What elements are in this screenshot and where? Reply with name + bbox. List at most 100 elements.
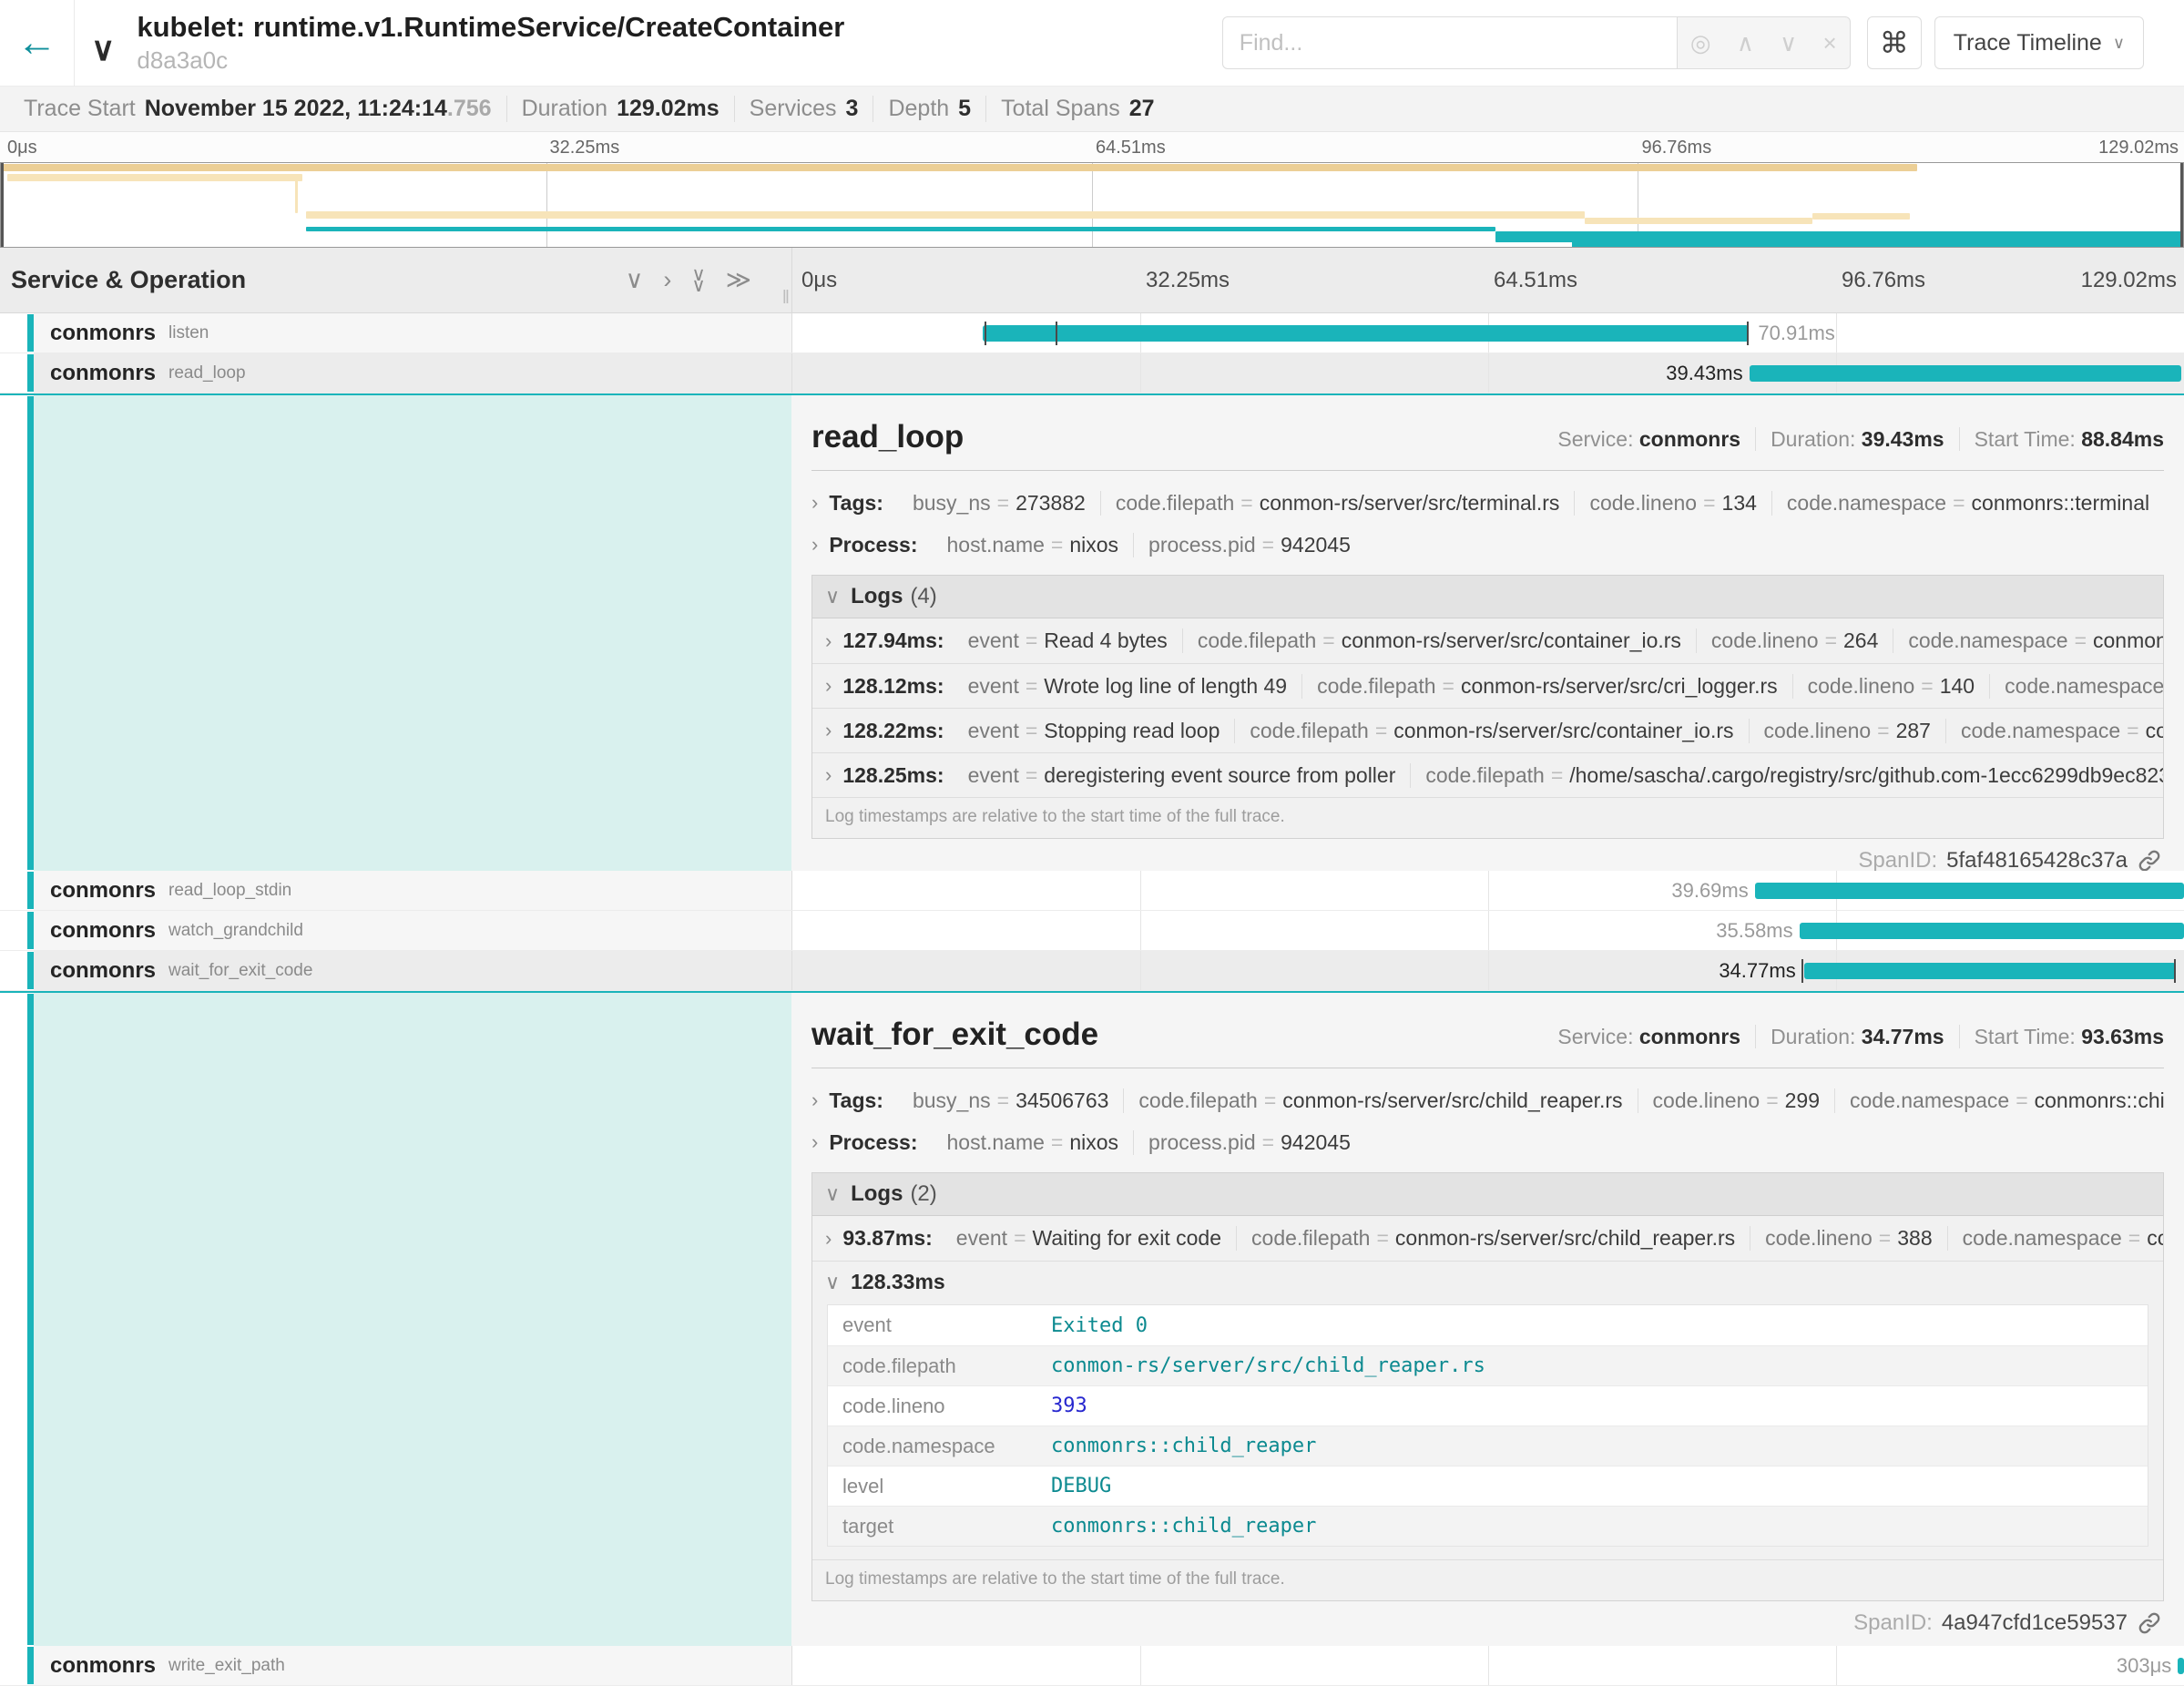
logs-box: ∨ Logs(2) › 93.87ms: event=Waiting for e… [811, 1172, 2164, 1601]
span-detail-title: read_loop [811, 419, 964, 455]
copy-link-icon[interactable] [2137, 1610, 2162, 1636]
span-row-watch-grandchild[interactable]: conmonrs watch_grandchild 35.58ms [0, 911, 2184, 951]
span-tick [985, 322, 986, 345]
span-bar[interactable] [1750, 365, 2181, 382]
scope-to-result-icon[interactable]: ◎ [1690, 29, 1711, 57]
span-service: conmonrs [50, 361, 156, 386]
log-entry[interactable]: › 127.94ms: event=Read 4 bytes code.file… [812, 618, 2163, 663]
span-detail-meta: Service: conmonrsDuration: 39.43msStart … [1557, 427, 2164, 455]
minimap-span-bar [1572, 237, 2183, 248]
find-tools: ◎ ∧ ∨ × [1678, 16, 1851, 69]
span-tick [1747, 322, 1749, 345]
process-row[interactable]: › Process: host.name=nixos process.pid=9… [811, 1121, 2164, 1163]
log-entry-expanded[interactable]: ∨ 128.33ms [812, 1261, 2163, 1303]
span-duration-label: 39.43ms [1666, 353, 1742, 393]
minimap-canvas[interactable] [0, 162, 2184, 248]
logs-box: ∨ Logs(4) › 127.94ms: event=Read 4 bytes… [811, 575, 2164, 839]
expand-right-icon: › [811, 491, 818, 515]
summary-services: Services3 [735, 96, 874, 122]
collapse-one-icon[interactable]: ∨ [626, 268, 644, 292]
span-row-wait-for-exit-code[interactable]: conmonrs wait_for_exit_code 34.77ms [0, 951, 2184, 991]
log-entry[interactable]: › 93.87ms: event=Waiting for exit code c… [812, 1216, 2163, 1261]
next-result-icon[interactable]: ∨ [1780, 29, 1797, 57]
span-bar[interactable] [983, 325, 1748, 342]
process-row[interactable]: › Process: host.name=nixos process.pid=9… [811, 524, 2164, 566]
span-service: conmonrs [50, 918, 156, 944]
log-entry[interactable]: › 128.22ms: event=Stopping read loop cod… [812, 708, 2163, 752]
logs-footnote: Log timestamps are relative to the start… [812, 797, 2163, 838]
logs-header[interactable]: ∨ Logs(2) [812, 1173, 2163, 1216]
span-row-listen[interactable]: conmonrs listen 70.91ms [0, 313, 2184, 353]
logs-footnote: Log timestamps are relative to the start… [812, 1559, 2163, 1600]
span-color-accent [27, 872, 34, 909]
minimap-span-bar [306, 211, 1585, 219]
span-detail-indent [0, 993, 791, 1646]
minimap-span-bar [1812, 213, 1911, 220]
page-title: kubelet: runtime.v1.RuntimeService/Creat… [137, 12, 844, 43]
trace-view-select[interactable]: Trace Timeline ∨ [1934, 16, 2144, 69]
span-row-read-loop[interactable]: conmonrs read_loop 39.43ms [0, 353, 2184, 393]
minimap-span-bar [7, 174, 301, 181]
log-entry[interactable]: › 128.12ms: event=Wrote log line of leng… [812, 663, 2163, 708]
chevron-down-icon: ∨ [825, 1182, 840, 1206]
span-operation: read_loop [168, 363, 246, 383]
span-color-accent [27, 314, 34, 352]
axis-tick: 0μs [801, 268, 837, 293]
log-field-row: code.namespace conmonrs::child_reaper [828, 1425, 2148, 1466]
minimap-viewport-handle[interactable] [2180, 163, 2183, 247]
span-bar[interactable] [2178, 1658, 2184, 1674]
expand-right-icon: › [825, 719, 832, 742]
keyboard-shortcuts-button[interactable]: ⌘ [1867, 16, 1922, 69]
collapse-trace-icon[interactable]: ∨ [91, 30, 115, 68]
log-entry[interactable]: › 128.25ms: event=deregistering event so… [812, 752, 2163, 797]
span-detail-wait-for-exit-code: wait_for_exit_code Service: conmonrsDura… [0, 991, 2184, 1646]
clear-find-icon[interactable]: × [1822, 29, 1836, 57]
span-row-read-loop-stdin[interactable]: conmonrs read_loop_stdin 39.69ms [0, 871, 2184, 911]
tags-row[interactable]: › Tags: busy_ns=34506763 code.filepath=c… [811, 1079, 2164, 1121]
summary-depth: Depth5 [873, 96, 986, 122]
logs-header[interactable]: ∨ Logs(4) [812, 576, 2163, 618]
summary-total-spans: Total Spans27 [986, 96, 1169, 122]
expand-right-icon: › [811, 533, 818, 557]
span-bar[interactable] [1800, 923, 2184, 939]
tags-row[interactable]: › Tags: busy_ns=273882 code.filepath=con… [811, 482, 2164, 524]
command-icon: ⌘ [1880, 26, 1909, 60]
summary-duration: Duration129.02ms [507, 96, 735, 122]
span-color-accent [27, 912, 34, 949]
trace-summary-bar: Trace StartNovember 15 2022, 11:24:14.75… [0, 87, 2184, 132]
span-row-write-exit-path[interactable]: conmonrs write_exit_path 303μs [0, 1646, 2184, 1686]
log-field-row: code.filepath conmon-rs/server/src/child… [828, 1345, 2148, 1385]
column-resize-grip[interactable]: ‖ [782, 288, 790, 309]
expand-right-icon: › [825, 763, 832, 787]
timeline-column-header: Service & Operation ∨ › ∨∨ ≫ ‖ 0μs 32.25… [0, 248, 2184, 313]
span-id-row: SpanID: 4a947cfd1ce59537 [811, 1610, 2164, 1636]
span-operation: read_loop_stdin [168, 881, 291, 901]
span-color-accent [27, 994, 34, 1645]
minimap-span-bar [1, 164, 1917, 171]
expand-all-icon[interactable]: ≫ [726, 268, 751, 292]
span-id-value: 5faf48165428c37a [1946, 848, 2128, 871]
timeline-axis-header: 0μs 32.25ms 64.51ms 96.76ms 129.02ms [791, 248, 2184, 312]
minimap-tick: 64.51ms [1096, 138, 1166, 158]
axis-tick: 96.76ms [1842, 268, 1925, 293]
span-bar[interactable] [1755, 883, 2184, 899]
prev-result-icon[interactable]: ∧ [1737, 29, 1754, 57]
expand-right-icon: › [811, 1130, 818, 1154]
expand-right-icon: › [825, 674, 832, 698]
axis-tick: 32.25ms [1146, 268, 1230, 293]
copy-link-icon[interactable] [2137, 848, 2162, 871]
minimap-viewport-handle[interactable] [1, 163, 4, 247]
span-color-accent [27, 1647, 34, 1684]
span-bar[interactable] [1804, 963, 2176, 979]
span-detail-left-fill [34, 993, 791, 1646]
expand-right-icon: › [811, 1088, 818, 1112]
find-input[interactable] [1222, 16, 1678, 69]
log-fields-table: event Exited 0 code.filepath conmon-rs/s… [827, 1304, 2148, 1547]
back-button[interactable]: ← [0, 0, 75, 87]
trace-titles: kubelet: runtime.v1.RuntimeService/Creat… [137, 12, 844, 75]
collapse-all-icon[interactable]: ∨∨ [691, 270, 705, 291]
span-service: conmonrs [50, 958, 156, 984]
expand-right-icon: › [825, 629, 832, 653]
find-group: ◎ ∧ ∨ × [1222, 16, 1851, 69]
expand-one-icon[interactable]: › [663, 268, 671, 292]
